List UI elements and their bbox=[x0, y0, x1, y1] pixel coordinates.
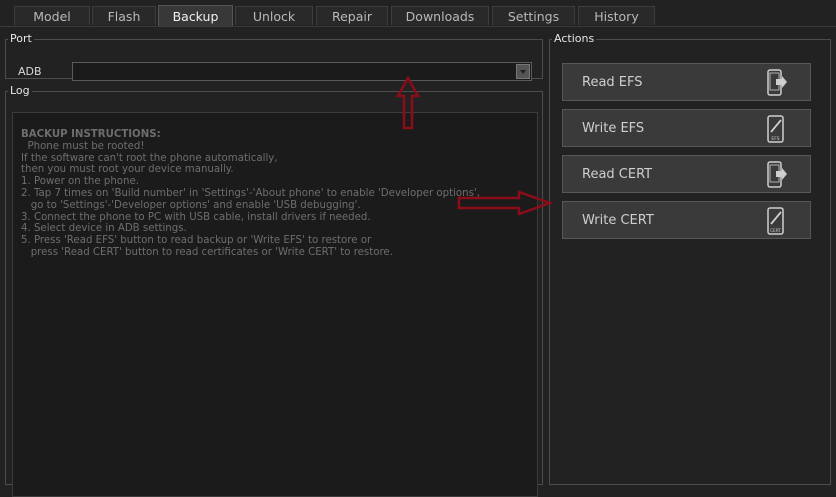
tab-settings[interactable]: Settings bbox=[492, 6, 575, 25]
tab-downloads[interactable]: Downloads bbox=[391, 6, 489, 25]
write-cert-button[interactable]: Write CERT CERT bbox=[562, 201, 811, 239]
write-efs-button[interactable]: Write EFS EFS bbox=[562, 109, 811, 147]
annotation-arrow-up-icon bbox=[396, 76, 420, 130]
log-line: Phone must be rooted! bbox=[21, 140, 145, 152]
tab-unlock[interactable]: Unlock bbox=[235, 6, 313, 25]
log-line: 4. Select device in ADB settings. bbox=[21, 223, 187, 235]
phone-read-icon bbox=[767, 69, 787, 96]
adb-port-select[interactable] bbox=[72, 62, 532, 81]
actions-group: Actions Read EFS Write EFS EFS Read CERT… bbox=[549, 33, 831, 485]
actions-legend: Actions bbox=[554, 32, 595, 45]
tab-bar: Model Flash Backup Unlock Repair Downloa… bbox=[0, 0, 836, 27]
log-line: 3. Connect the phone to PC with USB cabl… bbox=[21, 211, 371, 223]
read-cert-label: Read CERT bbox=[582, 167, 653, 182]
chevron-down-icon[interactable] bbox=[516, 64, 530, 79]
phone-write-cert-icon: CERT bbox=[767, 207, 784, 235]
annotation-arrow-right-icon bbox=[457, 190, 553, 216]
log-line: then you must root your device manually. bbox=[21, 164, 234, 176]
tab-flash[interactable]: Flash bbox=[92, 6, 156, 25]
log-group: Log BACKUP INSTRUCTIONS: Phone must be r… bbox=[5, 84, 543, 497]
port-legend: Port bbox=[10, 32, 32, 45]
log-heading: BACKUP INSTRUCTIONS: bbox=[21, 129, 161, 140]
read-cert-button[interactable]: Read CERT bbox=[562, 155, 811, 193]
log-line: go to 'Settings'-'Developer options' and… bbox=[21, 199, 361, 211]
efs-badge: EFS bbox=[771, 136, 779, 142]
phone-read-icon bbox=[767, 161, 787, 188]
tab-history[interactable]: History bbox=[578, 6, 655, 25]
tab-divider bbox=[0, 26, 836, 27]
tab-repair[interactable]: Repair bbox=[316, 6, 388, 25]
log-line: 1. Power on the phone. bbox=[21, 176, 140, 188]
log-line: 5. Press 'Read EFS' button to read backu… bbox=[21, 235, 372, 247]
cert-badge: CERT bbox=[770, 228, 781, 233]
log-line: 2. Tap 7 times on 'Build number' in 'Set… bbox=[21, 187, 480, 199]
read-efs-button[interactable]: Read EFS bbox=[562, 63, 811, 101]
log-line: If the software can't root the phone aut… bbox=[21, 152, 278, 164]
log-output[interactable]: BACKUP INSTRUCTIONS: Phone must be roote… bbox=[12, 112, 538, 497]
log-legend: Log bbox=[10, 84, 30, 97]
tab-backup[interactable]: Backup bbox=[158, 5, 233, 27]
read-efs-label: Read EFS bbox=[582, 75, 643, 90]
phone-write-efs-icon: EFS bbox=[767, 115, 784, 143]
log-text: BACKUP INSTRUCTIONS: Phone must be roote… bbox=[21, 129, 480, 259]
port-group: Port ADB bbox=[5, 32, 543, 81]
write-efs-label: Write EFS bbox=[582, 121, 645, 136]
write-cert-label: Write CERT bbox=[582, 213, 654, 228]
tab-model[interactable]: Model bbox=[14, 6, 90, 25]
log-line: press 'Read CERT' button to read certifi… bbox=[21, 246, 393, 258]
adb-label: ADB bbox=[18, 65, 42, 78]
